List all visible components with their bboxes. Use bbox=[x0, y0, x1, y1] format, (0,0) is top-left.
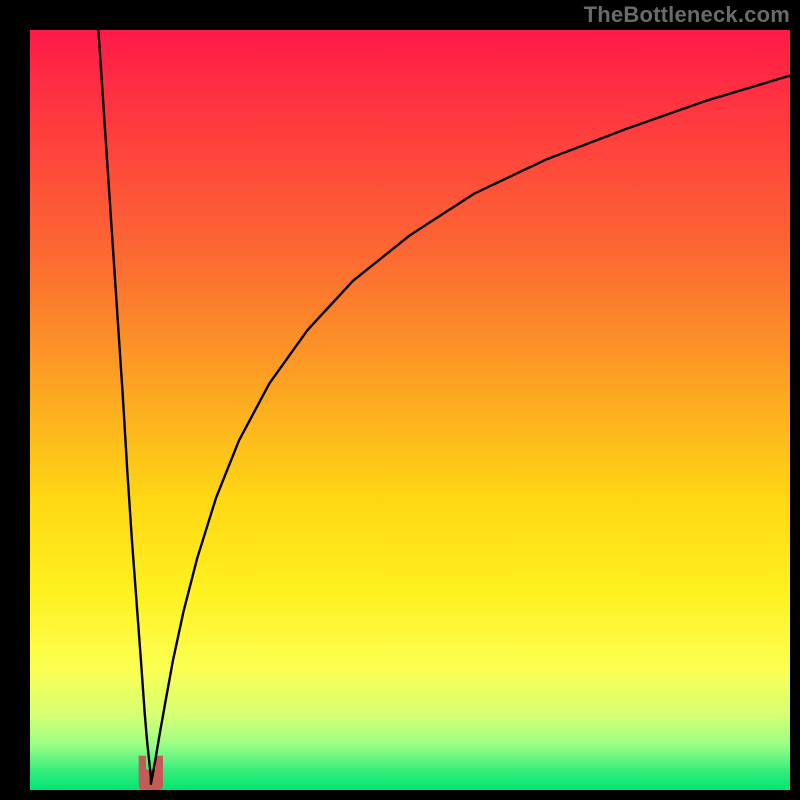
gradient-background bbox=[30, 30, 790, 790]
plot-svg bbox=[30, 30, 790, 790]
chart-frame: TheBottleneck.com bbox=[0, 0, 800, 800]
plot-area bbox=[30, 30, 790, 790]
watermark-text: TheBottleneck.com bbox=[584, 2, 790, 28]
